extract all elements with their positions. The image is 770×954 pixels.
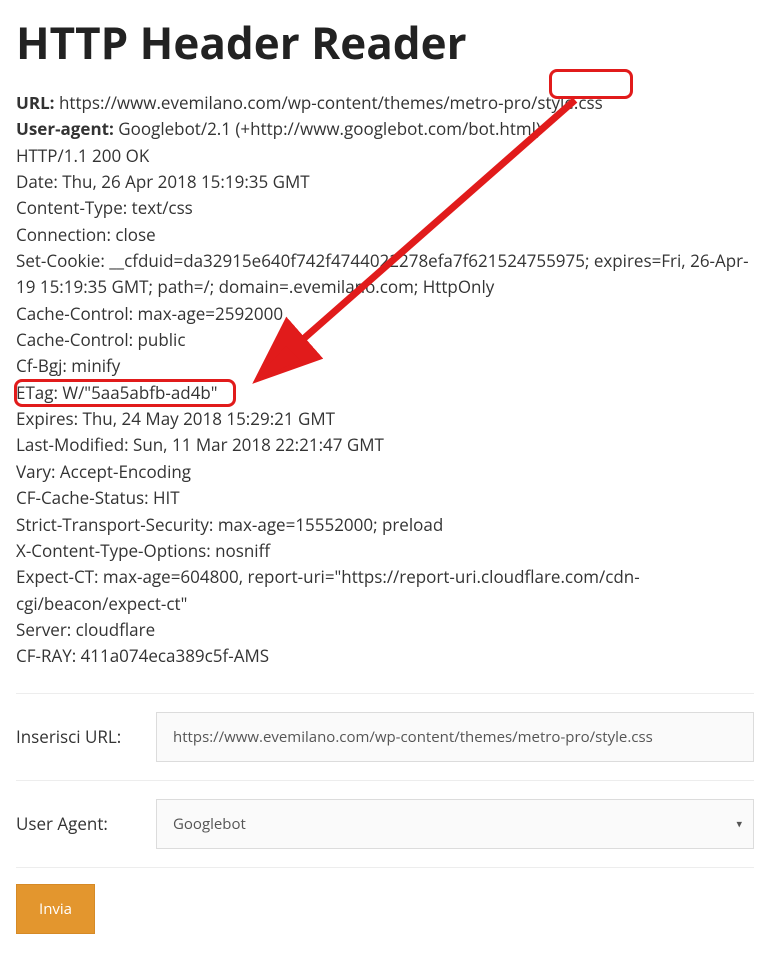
page-title: HTTP Header Reader [16,12,754,72]
form-row-url: Inserisci URL: [16,693,754,781]
response-line: CF-Cache-Status: HIT [16,485,754,511]
response-line: Date: Thu, 26 Apr 2018 15:19:35 GMT [16,169,754,195]
response-line: Last-Modified: Sun, 11 Mar 2018 22:21:47… [16,432,754,458]
response-line: Content-Type: text/css [16,195,754,221]
response-line: Cache-Control: max-age=2592000 [16,301,754,327]
response-line: Strict-Transport-Security: max-age=15552… [16,512,754,538]
submit-button[interactable]: Invia [16,884,95,934]
response-line: Expect-CT: max-age=604800, report-uri="h… [16,564,754,617]
response-line: X-Content-Type-Options: nosniff [16,538,754,564]
response-line: ETag: W/"5aa5abfb-ad4b" [16,380,754,406]
response-line: Connection: close [16,222,754,248]
response-line: Cf-Bgj: minify [16,353,754,379]
response-line: Server: cloudflare [16,617,754,643]
url-value: https://www.evemilano.com/wp-content/the… [59,91,603,114]
response-line: Vary: Accept-Encoding [16,459,754,485]
url-input[interactable] [156,712,754,762]
ua-label: User-agent: [16,117,114,140]
request-ua-line: User-agent: Googlebot/2.1 (+http://www.g… [16,116,754,142]
url-input-label: Inserisci URL: [16,725,156,748]
url-label: URL: [16,91,55,114]
http-headers-block: URL: https://www.evemilano.com/wp-conten… [16,90,754,670]
response-line: Cache-Control: public [16,327,754,353]
ua-select[interactable]: Googlebot [156,799,754,849]
response-line: CF-RAY: 411a074eca389c5f-AMS [16,643,754,669]
response-line: Set-Cookie: __cfduid=da32915e640f742f474… [16,248,754,301]
request-url-line: URL: https://www.evemilano.com/wp-conten… [16,90,754,116]
response-line: HTTP/1.1 200 OK [16,143,754,169]
form-row-ua: User Agent: Googlebot [16,780,754,868]
ua-select-label: User Agent: [16,812,156,835]
ua-value: Googlebot/2.1 (+http://www.googlebot.com… [118,117,541,140]
response-line: Expires: Thu, 24 May 2018 15:29:21 GMT [16,406,754,432]
